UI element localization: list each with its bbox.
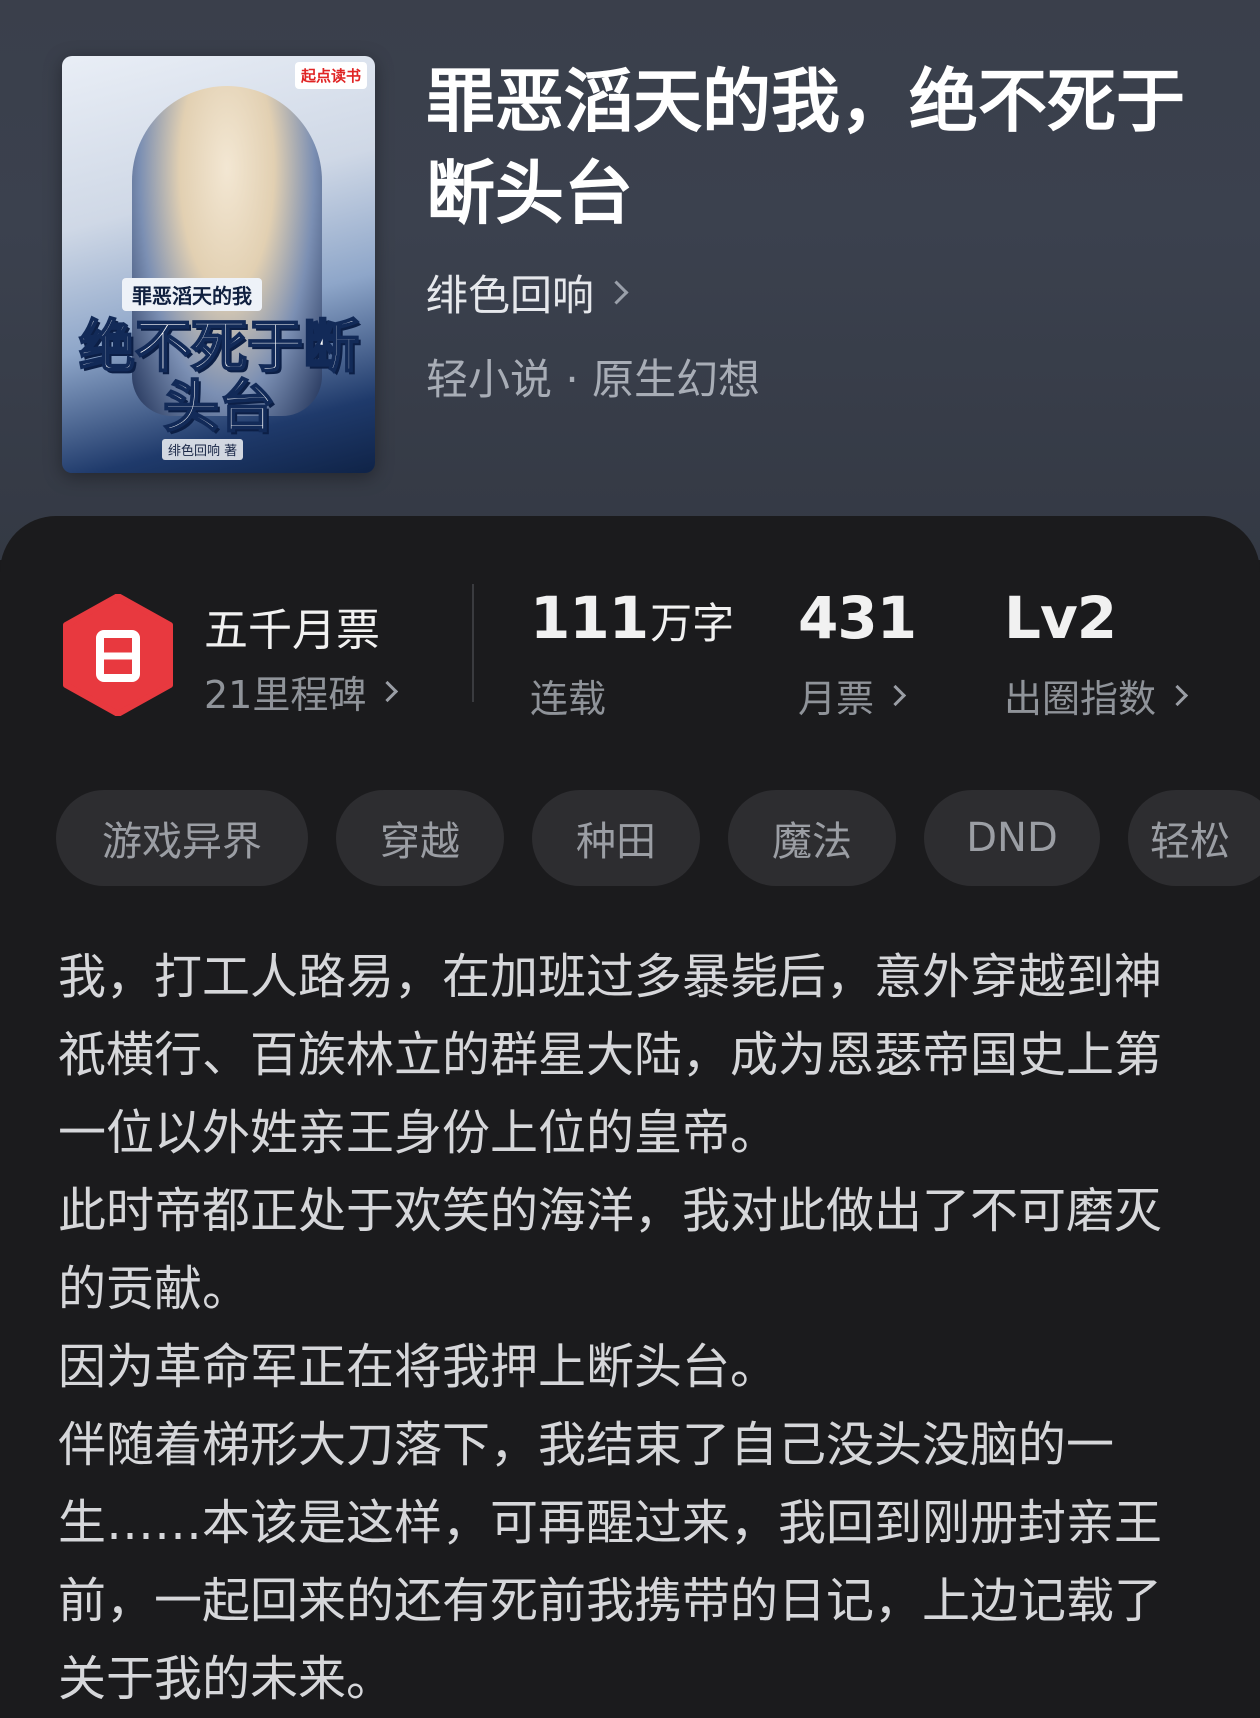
synopsis-paragraph: 伴随着梯形大刀落下，我结束了自己没头没脑的一生……本该是这样，可再醒过来，我回到…: [58, 1417, 1163, 1707]
popularity-level: Lv2: [1004, 584, 1117, 652]
tag-chip[interactable]: 魔法: [728, 790, 896, 886]
cover-publisher-logo: 起点读书: [294, 62, 367, 89]
monthly-votes-value: 431: [798, 584, 917, 652]
popularity-value: Lv2: [1004, 584, 1117, 652]
chevron-right-icon: [604, 280, 629, 305]
popularity-label: 出圈指数: [1004, 677, 1157, 721]
cover-title: 绝不死于断头台: [78, 315, 360, 440]
stats-divider: [472, 584, 474, 702]
milestone-link[interactable]: 21里程碑: [204, 664, 399, 719]
book-cover[interactable]: 起点读书 罪恶滔天的我 绝不死于断头台 绯色回响 著: [62, 56, 375, 473]
word-count-value: 111: [530, 584, 649, 652]
serial-status: 连载: [530, 677, 607, 721]
word-count-unit: 万字: [650, 599, 735, 648]
tag-chip[interactable]: DND: [924, 790, 1100, 886]
synopsis-paragraph: 因为革命军正在将我押上断头台。: [58, 1339, 779, 1395]
synopsis-paragraph: 我，打工人路易，在加班过多暴毙后，意外穿越到神祇横行、百族林立的群星大陆，成为恩…: [58, 949, 1163, 1161]
cover-author: 绯色回响 著: [162, 439, 244, 460]
ticket-badge-icon: [62, 593, 174, 717]
monthly-votes-count: 431: [798, 584, 917, 652]
chevron-right-icon: [884, 684, 907, 707]
synopsis-paragraph: 此时帝都正处于欢笑的海洋，我对此做出了不可磨灭的贡献。: [58, 1183, 1163, 1317]
popularity-link[interactable]: 出圈指数: [1004, 668, 1189, 723]
cover-subtitle: 罪恶滔天的我: [122, 278, 262, 311]
book-title: 罪恶滔天的我，绝不死于断头台: [426, 61, 1185, 234]
author-name: 绯色回响: [426, 271, 595, 320]
monthly-votes-label: 月票: [798, 677, 875, 721]
monthly-votes-link[interactable]: 月票: [798, 668, 907, 723]
tag-chip[interactable]: 种田: [532, 790, 700, 886]
tag-chip[interactable]: 游戏异界: [56, 790, 308, 886]
milestone-label: 21里程碑: [204, 673, 367, 717]
synopsis: 我，打工人路易，在加班过多暴毙后，意外穿越到神祇横行、百族林立的群星大陆，成为恩…: [58, 938, 1208, 1718]
chevron-right-icon: [377, 680, 399, 703]
ticket-title: 五千月票: [204, 605, 380, 656]
author-link[interactable]: 绯色回响: [426, 262, 629, 323]
word-count: 111万字: [530, 584, 734, 652]
tag-chip[interactable]: 穿越: [336, 790, 504, 886]
chevron-right-icon: [1166, 684, 1189, 707]
genre-label: 轻小说 · 原生幻想: [426, 355, 761, 404]
tag-chip[interactable]: 轻松: [1128, 790, 1260, 886]
